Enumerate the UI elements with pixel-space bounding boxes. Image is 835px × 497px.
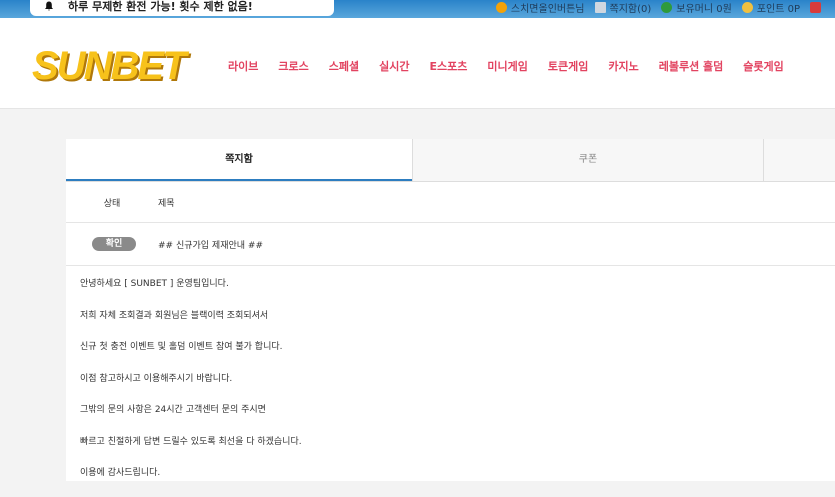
nav-esports[interactable]: E스포츠: [430, 58, 468, 74]
envelope-icon: [594, 1, 606, 13]
nav-cross[interactable]: 크로스: [278, 58, 308, 74]
inbox-link[interactable]: 쪽지함(0): [594, 0, 651, 15]
extra-button[interactable]: [810, 1, 825, 13]
tab-inbox[interactable]: 쪽지함: [66, 139, 412, 181]
logo[interactable]: SUNBET: [32, 44, 186, 89]
nav-holdem[interactable]: 레볼루션 홀덤: [659, 58, 724, 74]
message-line: 저희 자체 조회결과 회원님은 블랙이력 조회되셔서: [80, 310, 269, 321]
nav-casino[interactable]: 카지노: [608, 58, 638, 74]
nav-realtime[interactable]: 실시간: [379, 58, 409, 74]
message-body: 안녕하세요 [ SUNBET ] 운영팀입니다. 저희 자체 조회결과 회원님은…: [66, 266, 835, 497]
points: 포인트 0P: [741, 0, 800, 15]
notice-text: 하루 무제한 환전 가능! 횟수 제한 없음!: [68, 0, 253, 13]
nav-minigame[interactable]: 미니게임: [487, 58, 527, 74]
message-line: 그밖의 문의 사항은 24시간 고객센터 문의 주시면: [80, 405, 266, 415]
status-badge: 확인: [92, 237, 136, 251]
site-header: SUNBET 라이브 크로스 스페셜 실시간 E스포츠 미니게임 토큰게임 카지…: [0, 18, 835, 109]
tabs: 쪽지함 쿠폰: [66, 139, 835, 182]
main-nav: 라이브 크로스 스페셜 실시간 E스포츠 미니게임 토큰게임 카지노 레볼루션 …: [228, 58, 804, 74]
column-status: 상태: [103, 198, 121, 209]
message-line: 안녕하세요 [ SUNBET ] 운영팀입니다.: [80, 279, 229, 289]
user-info: 스치면올인버튼님 쪽지함(0) 보유머니 0원 포인트 0P: [495, 0, 835, 15]
nav-slot[interactable]: 슬롯게임: [743, 58, 783, 74]
notice-banner: 하루 무제한 환전 가능! 횟수 제한 없음!: [30, 0, 334, 16]
bell-icon: [45, 1, 53, 11]
table-header: 상태 제목: [66, 182, 835, 223]
user-icon: [495, 1, 507, 13]
message-panel: 쪽지함 쿠폰 상태 제목 확인 ## 신규가입 제재안내 ## 안녕하세요 [ …: [66, 139, 835, 481]
message-line: 이점 참고하시고 이용해주시기 바랍니다.: [80, 373, 233, 384]
nav-special[interactable]: 스페셜: [329, 58, 359, 74]
message-line: 빠르고 친절하게 답변 드릴수 있도록 최선을 다 하겠습니다.: [80, 436, 302, 447]
user-name[interactable]: 스치면올인버튼님: [495, 0, 585, 15]
badge-icon: [810, 1, 821, 13]
nav-tokengame[interactable]: 토큰게임: [548, 58, 588, 74]
tab-coupon[interactable]: 쿠폰: [412, 139, 763, 181]
money-icon: [661, 1, 673, 13]
message-row[interactable]: 확인 ## 신규가입 제재안내 ##: [66, 223, 835, 266]
tab-empty: [763, 139, 835, 181]
message-line: 신규 첫 충전 이벤트 및 홀덤 이벤트 참여 불가 합니다.: [80, 342, 283, 352]
hand-coin-icon: [741, 1, 753, 13]
message-title[interactable]: ## 신규가입 제재안내 ##: [158, 238, 263, 251]
nav-live[interactable]: 라이브: [228, 58, 258, 74]
balance: 보유머니 0원: [661, 0, 732, 15]
column-subject: 제목: [158, 198, 175, 209]
